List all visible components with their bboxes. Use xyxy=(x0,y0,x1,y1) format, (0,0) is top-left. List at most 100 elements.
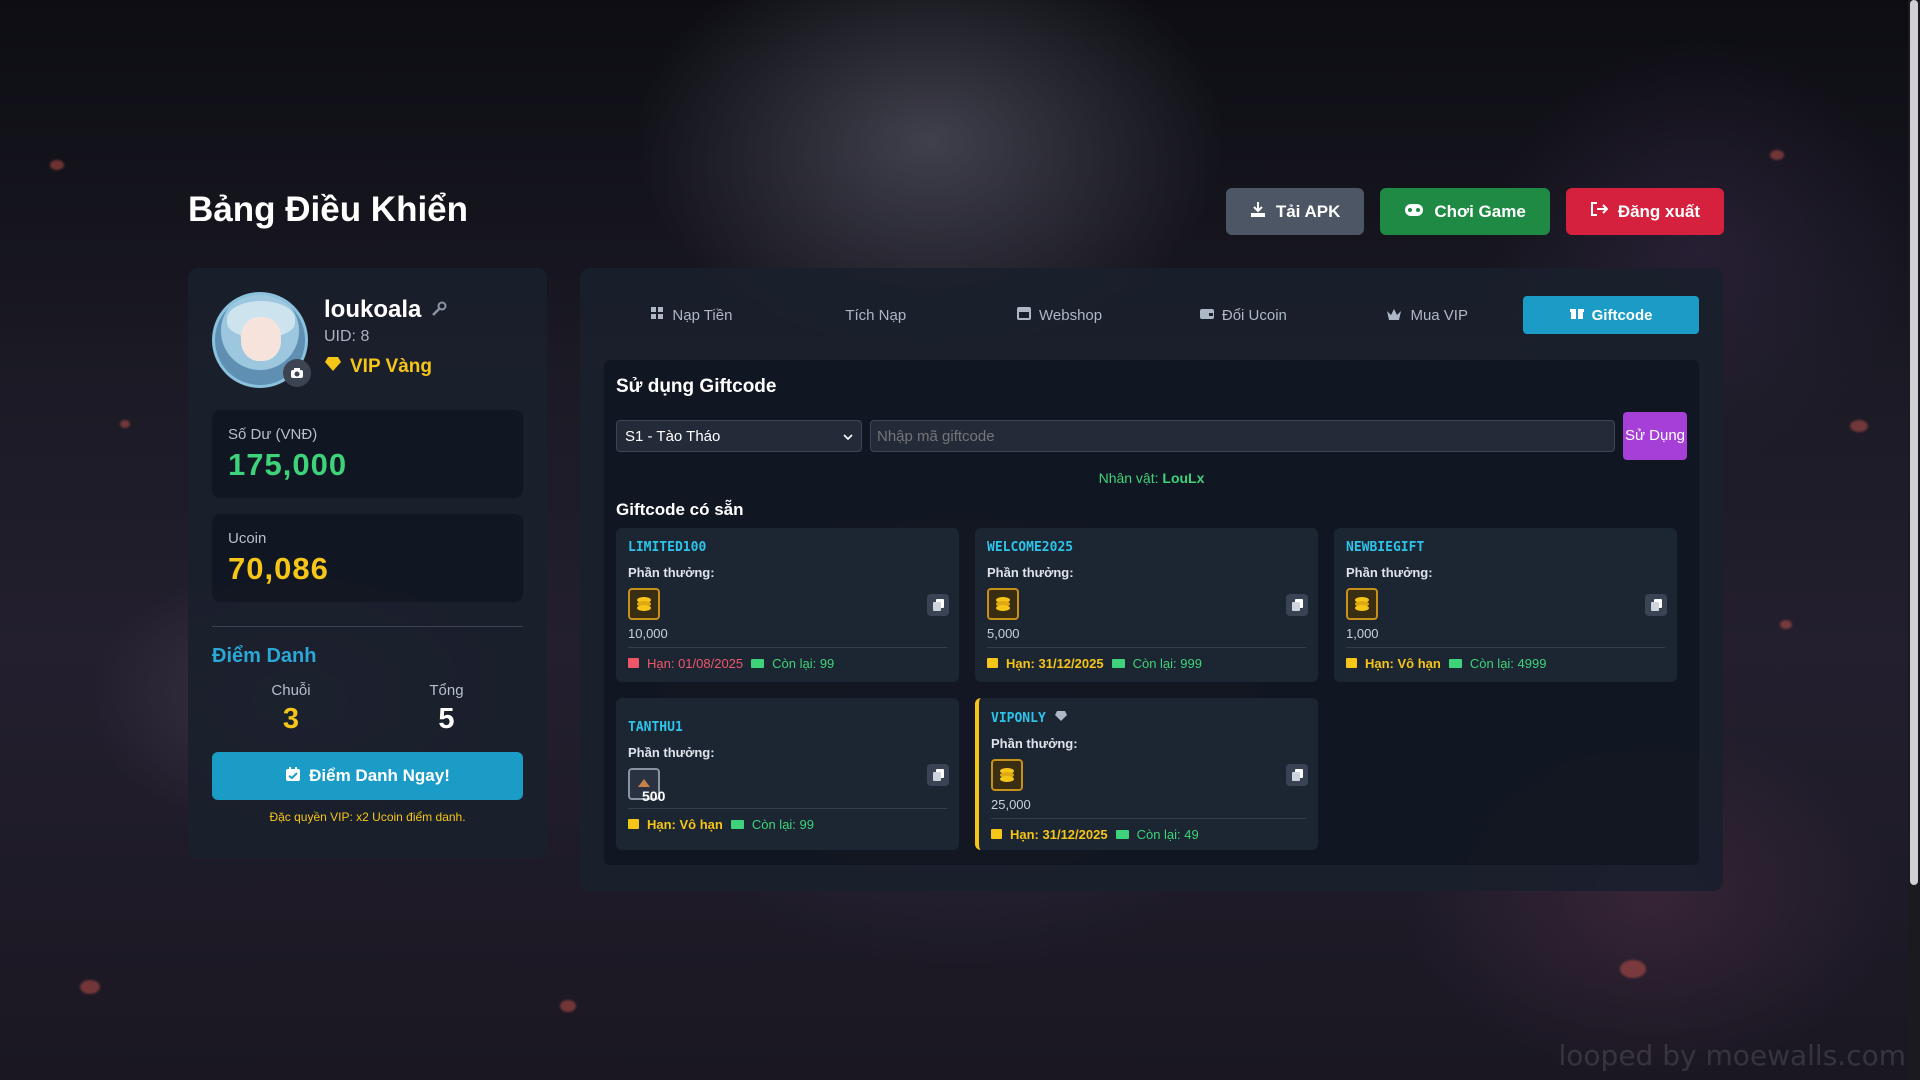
giftcode-panel: Sử dụng Giftcode S1 - Tào Tháo Sử Dụng N… xyxy=(604,360,1699,865)
tab-label: Giftcode xyxy=(1591,306,1653,324)
giftcode-card: NEWBIEGIFT Phần thưởng: 1,000 Hạn: Vô hạ… xyxy=(1334,528,1677,682)
reward-label: Phần thưởng: xyxy=(628,565,715,580)
remaining-text: Còn lại: 999 xyxy=(1132,656,1202,671)
giftcode-meta: Hạn: 01/08/2025 Còn lại: 99 xyxy=(628,647,947,671)
tab-mua-vip[interactable]: Mua VIP xyxy=(1339,296,1515,334)
giftcode-code: WELCOME2025 xyxy=(987,540,1074,555)
tab-label: Tích Nạp xyxy=(845,306,907,324)
copy-icon[interactable] xyxy=(927,594,949,616)
username-text: loukoala xyxy=(324,296,422,323)
streak-value: 3 xyxy=(282,703,300,735)
grid-icon xyxy=(651,306,664,324)
total-label: Tổng xyxy=(429,682,464,699)
calendar-icon xyxy=(987,656,998,671)
diamond-icon xyxy=(324,356,342,378)
reward-amount: 10,000 xyxy=(628,626,668,641)
vip-checkin-note: Đặc quyền VIP: x2 Ucoin điểm danh. xyxy=(269,810,466,824)
copy-icon[interactable] xyxy=(1286,594,1308,616)
giftcode-code: VIPONLY xyxy=(991,710,1306,726)
camera-icon[interactable] xyxy=(283,359,311,387)
tab-label: Nạp Tiền xyxy=(672,306,733,324)
ucoin-balance-value: 70,086 xyxy=(228,551,329,586)
page-title: Bảng Điều Khiển xyxy=(188,190,469,229)
giftcode-card: LIMITED100 Phần thưởng: 10,000 Hạn: 01/0… xyxy=(616,528,959,682)
diamond-icon xyxy=(1054,710,1068,726)
ticket-icon xyxy=(730,817,744,832)
total-value: 5 xyxy=(438,703,455,735)
page-scrollbar[interactable] xyxy=(1908,0,1920,1080)
calendar-icon xyxy=(1346,656,1357,671)
main-panel: Nạp Tiền Tích Nạp Webshop Đổi Ucoin Mua … xyxy=(580,268,1723,891)
server-select[interactable]: S1 - Tào Tháo xyxy=(616,420,862,452)
coin-stack-icon xyxy=(628,588,660,620)
chevron-down-icon xyxy=(843,428,853,445)
giftcode-code-text: VIPONLY xyxy=(991,710,1046,726)
username: loukoala xyxy=(324,296,447,324)
coin-stack-icon xyxy=(991,759,1023,791)
copy-icon[interactable] xyxy=(1645,594,1667,616)
remaining-text: Còn lại: 99 xyxy=(751,817,814,832)
reward-amount: 25,000 xyxy=(991,797,1031,812)
remaining-text: Còn lại: 49 xyxy=(1136,827,1199,842)
logout-label: Đăng xuất xyxy=(1617,201,1700,221)
profile-card: loukoala UID: 8 VIP Vàng Số Dư (VNĐ) 175… xyxy=(188,268,547,858)
giftcode-card: WELCOME2025 Phần thưởng: 5,000 Hạn: 31/1… xyxy=(975,528,1318,682)
play-game-label: Chơi Game xyxy=(1434,201,1526,221)
user-id: UID: 8 xyxy=(324,328,370,345)
giftcode-form: S1 - Tào Tháo Sử Dụng xyxy=(616,412,1687,460)
giftcode-code: TANTHU1 xyxy=(628,720,683,735)
remaining-text: Còn lại: 99 xyxy=(772,656,835,671)
checkin-button-label: Điểm Danh Ngay! xyxy=(309,766,450,785)
vnd-balance-value: 175,000 xyxy=(228,447,348,482)
key-icon[interactable] xyxy=(431,296,447,324)
copy-icon[interactable] xyxy=(927,764,949,786)
giftcode-meta: Hạn: 31/12/2025 Còn lại: 49 xyxy=(991,818,1306,842)
tab-webshop[interactable]: Webshop xyxy=(972,296,1148,334)
logout-button[interactable]: Đăng xuất xyxy=(1565,188,1724,235)
tab-tich-nap[interactable]: Tích Nạp xyxy=(788,296,964,334)
play-game-button[interactable]: Chơi Game xyxy=(1380,188,1550,235)
vip-level: VIP Vàng xyxy=(350,356,433,377)
server-selected: S1 - Tào Tháo xyxy=(625,427,721,445)
tab-bar: Nạp Tiền Tích Nạp Webshop Đổi Ucoin Mua … xyxy=(604,296,1699,334)
logout-icon xyxy=(1590,201,1609,222)
gift-icon xyxy=(1569,306,1584,324)
calendar-icon xyxy=(628,656,639,671)
ticket-icon xyxy=(751,656,765,671)
use-giftcode-button[interactable]: Sử Dụng xyxy=(1623,412,1687,460)
giftcode-title: Sử dụng Giftcode xyxy=(616,376,777,397)
checkin-title: Điểm Danh xyxy=(212,645,317,667)
expiry-text: Hạn: 31/12/2025 xyxy=(1006,656,1104,671)
ucoin-balance-box: Ucoin 70,086 xyxy=(212,514,523,602)
remaining-text: Còn lại: 4999 xyxy=(1469,656,1547,671)
coin-stack-icon xyxy=(987,588,1019,620)
character-line: Nhân vật: LouLx xyxy=(616,470,1687,486)
giftcode-meta: Hạn: Vô hạn Còn lại: 99 xyxy=(628,808,947,832)
giftcode-card-vip: VIPONLY Phần thưởng: 25,000 Hạn: 31/12/2… xyxy=(975,698,1318,850)
tab-nap-tien[interactable]: Nạp Tiền xyxy=(604,296,780,334)
tab-giftcode[interactable]: Giftcode xyxy=(1523,296,1699,334)
divider xyxy=(212,626,523,627)
avatar[interactable] xyxy=(212,292,311,388)
ucoin-balance-label: Ucoin xyxy=(228,530,267,547)
character-prefix: Nhân vật: xyxy=(1098,470,1159,486)
giftcode-code: NEWBIEGIFT xyxy=(1346,540,1425,555)
download-icon xyxy=(1250,201,1266,222)
watermark: looped by moewalls.com xyxy=(1558,1039,1907,1072)
reward-amount: 1,000 xyxy=(1346,626,1379,641)
reward-label: Phần thưởng: xyxy=(628,745,715,760)
vnd-balance-box: Số Dư (VNĐ) 175,000 xyxy=(212,410,523,498)
tab-doi-ucoin[interactable]: Đổi Ucoin xyxy=(1155,296,1331,334)
download-apk-button[interactable]: Tải APK xyxy=(1225,188,1365,235)
tab-label: Webshop xyxy=(1039,306,1103,324)
reward-amount: 5,000 xyxy=(987,626,1020,641)
copy-icon[interactable] xyxy=(1286,764,1308,786)
giftcode-code: LIMITED100 xyxy=(628,540,707,555)
giftcode-input[interactable] xyxy=(870,420,1615,452)
reward-label: Phần thưởng: xyxy=(991,736,1078,751)
streak-label: Chuỗi xyxy=(271,682,311,699)
checkin-button[interactable]: Điểm Danh Ngay! xyxy=(212,752,523,800)
ticket-icon xyxy=(1115,827,1129,842)
profile-header: loukoala UID: 8 VIP Vàng xyxy=(212,292,523,388)
scrollbar-thumb[interactable] xyxy=(1910,0,1918,885)
